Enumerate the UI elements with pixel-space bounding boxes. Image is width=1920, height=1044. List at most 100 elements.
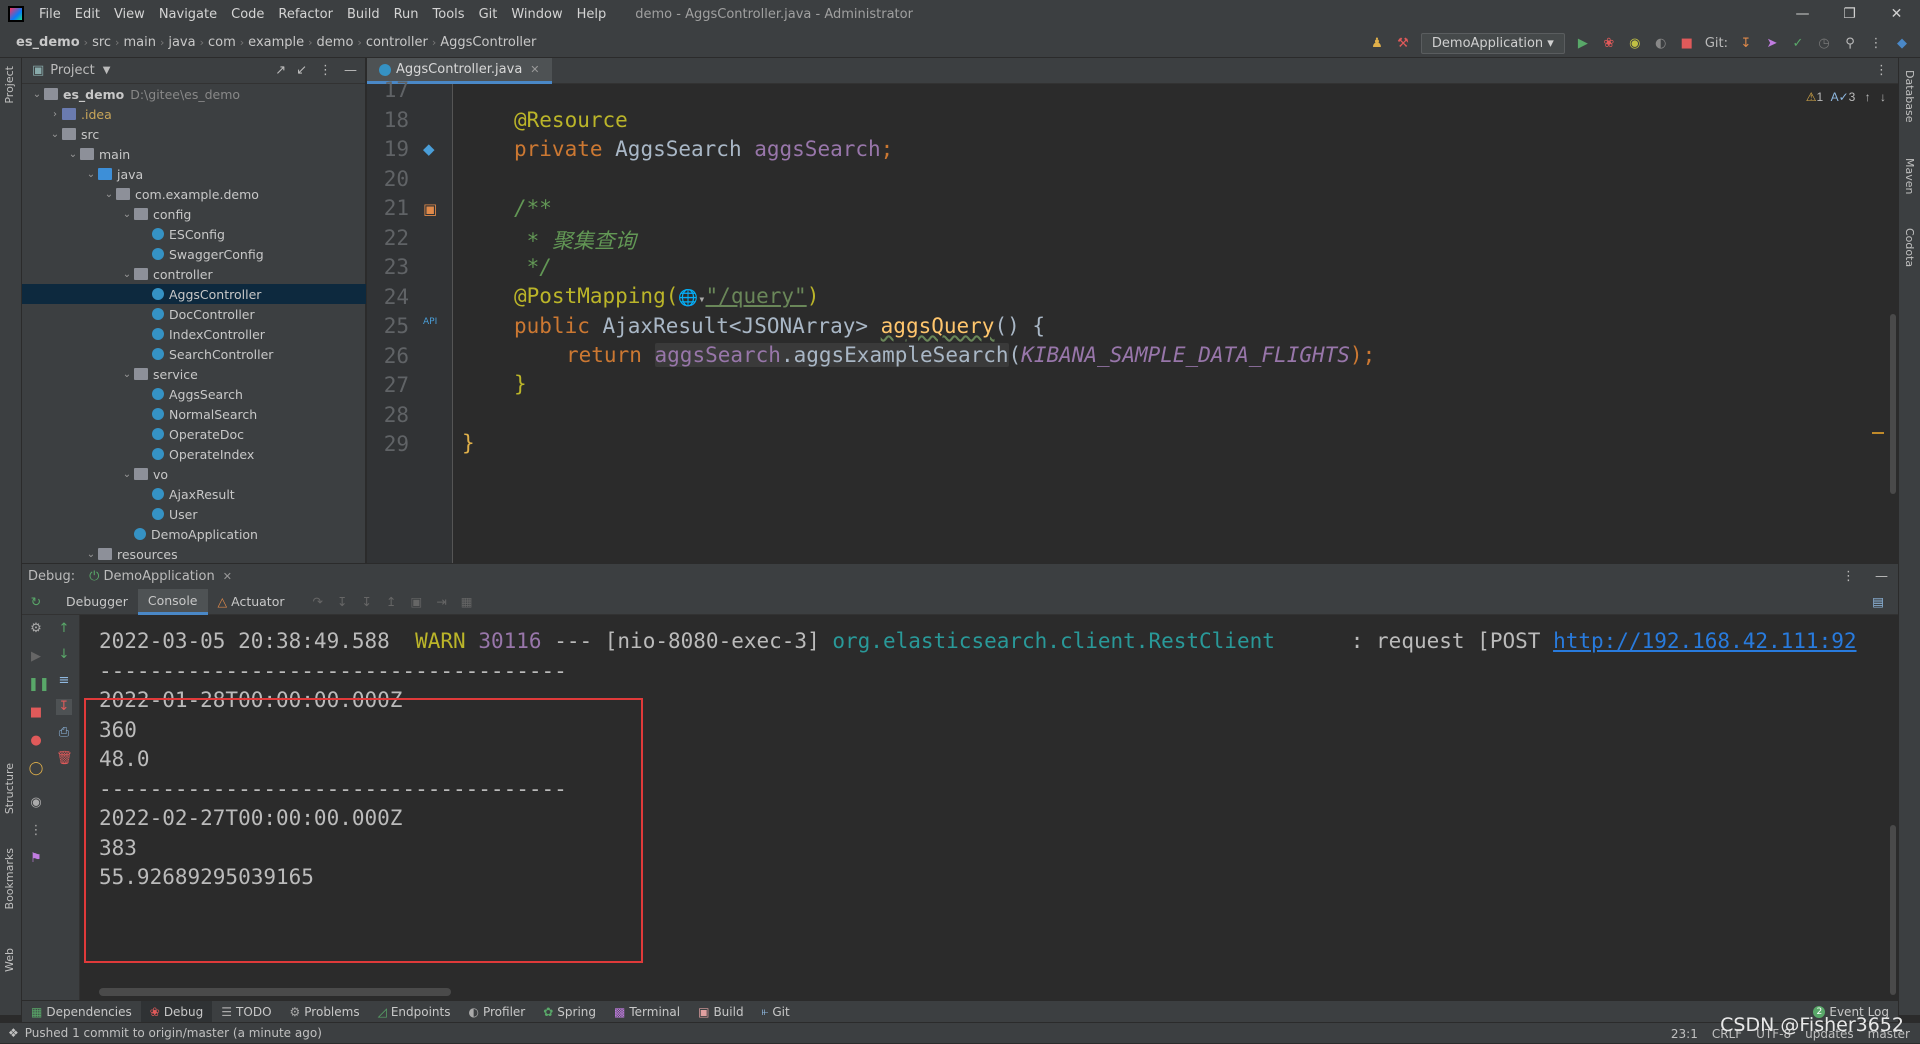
- down-arrow-icon[interactable]: ↓: [56, 647, 72, 663]
- tree-item-ajaxresult[interactable]: AjaxResult: [22, 484, 366, 504]
- request-url-link[interactable]: http://192.168.42.111:92: [1553, 629, 1856, 653]
- tab-console[interactable]: Console: [137, 588, 208, 615]
- structure-tool-label[interactable]: Structure: [3, 763, 16, 814]
- rerun-icon[interactable]: ↻: [22, 594, 50, 609]
- bookmark-icon[interactable]: ▣: [423, 200, 437, 218]
- soft-wrap-icon[interactable]: ≡: [56, 673, 72, 689]
- tab-actuator[interactable]: △ Actuator: [208, 589, 295, 615]
- menu-edit[interactable]: Edit: [68, 7, 107, 22]
- menu-file[interactable]: File: [32, 7, 68, 22]
- options-icon[interactable]: ⋮: [319, 63, 332, 78]
- tree-item-swaggerconfig[interactable]: SwaggerConfig: [22, 244, 366, 264]
- line-number[interactable]: 28: [367, 403, 409, 427]
- run-config-select[interactable]: DemoApplication ▾: [1420, 32, 1565, 54]
- close-session-icon[interactable]: ✕: [223, 570, 232, 583]
- menu-navigate[interactable]: Navigate: [152, 7, 224, 22]
- tree-item--idea[interactable]: › .idea: [22, 104, 366, 124]
- tree-item-normalsearch[interactable]: NormalSearch: [22, 404, 366, 424]
- line-number[interactable]: 26: [367, 344, 409, 368]
- chevron-down-icon[interactable]: ⌄: [84, 169, 98, 180]
- next-highlight-icon[interactable]: ↓: [1880, 90, 1886, 104]
- line-number[interactable]: 17: [367, 78, 409, 102]
- tool-tab-git[interactable]: ⫦ Git: [753, 1001, 799, 1023]
- tree-item-main[interactable]: ⌄ main: [22, 144, 366, 164]
- prev-highlight-icon[interactable]: ↑: [1865, 90, 1871, 104]
- tree-item-service[interactable]: ⌄ service: [22, 364, 366, 384]
- search-icon[interactable]: ⚲: [1842, 35, 1858, 51]
- git-update-icon[interactable]: ↧: [1738, 35, 1754, 51]
- tree-item-com-example-demo[interactable]: ⌄ com.example.demo: [22, 184, 366, 204]
- up-arrow-icon[interactable]: ↑: [56, 621, 72, 637]
- breadcrumb-controller[interactable]: controller: [362, 35, 432, 50]
- line-number[interactable]: 29: [367, 432, 409, 456]
- console-hscroll[interactable]: [99, 988, 451, 996]
- line-number[interactable]: 24: [367, 285, 409, 309]
- inspection-widget[interactable]: ⚠1 A✓3 ↑ ↓: [1806, 90, 1886, 104]
- status-message[interactable]: Pushed 1 commit to origin/master (a minu…: [25, 1026, 322, 1040]
- bookmarks-tool-label[interactable]: Bookmarks: [3, 848, 16, 909]
- step-over-icon[interactable]: ↷: [313, 594, 323, 609]
- implemented-icon[interactable]: ◆: [423, 140, 435, 158]
- menu-window[interactable]: Window: [504, 7, 569, 22]
- pause-icon[interactable]: ❚❚: [28, 677, 50, 693]
- tree-item-esconfig[interactable]: ESConfig: [22, 224, 366, 244]
- tool-tab-terminal[interactable]: ▩ Terminal: [605, 1001, 689, 1023]
- line-number[interactable]: 23: [367, 255, 409, 279]
- tool-tab-profiler[interactable]: ◐ Profiler: [460, 1001, 535, 1023]
- breadcrumb-src[interactable]: src: [88, 35, 115, 50]
- tree-item-src[interactable]: ⌄ src: [22, 124, 366, 144]
- drop-frame-icon[interactable]: ▣: [410, 594, 422, 609]
- tree-item-resources[interactable]: ⌄ resources: [22, 544, 366, 564]
- tree-item-vo[interactable]: ⌄ vo: [22, 464, 366, 484]
- more-icon[interactable]: ⋮: [1868, 35, 1884, 51]
- debug-options-icon[interactable]: ⋮: [1842, 569, 1855, 584]
- line-number[interactable]: 22: [367, 226, 409, 250]
- run-icon[interactable]: ▶: [1575, 35, 1591, 51]
- resume-icon[interactable]: ▶: [28, 649, 44, 665]
- chevron-down-icon[interactable]: ⌄: [120, 209, 134, 220]
- breadcrumb-demo[interactable]: demo: [313, 35, 358, 50]
- tool-tab-spring[interactable]: ✿ Spring: [534, 1001, 605, 1023]
- maven-tool-label[interactable]: Maven: [1903, 158, 1916, 194]
- editor-options-icon[interactable]: ⋮: [1875, 63, 1888, 78]
- api-icon[interactable]: API: [423, 317, 437, 327]
- tree-item-indexcontroller[interactable]: IndexController: [22, 324, 366, 344]
- evaluate-icon[interactable]: ▦: [461, 594, 473, 609]
- tree-item-doccontroller[interactable]: DocController: [22, 304, 366, 324]
- close-icon[interactable]: ✕: [1873, 0, 1920, 28]
- menu-build[interactable]: Build: [340, 7, 387, 22]
- mute-breakpoints-icon[interactable]: ◯: [28, 761, 44, 777]
- tool-tab-debug[interactable]: ❀ Debug: [140, 1000, 213, 1023]
- tree-item-demoapplication[interactable]: DemoApplication: [22, 524, 366, 544]
- profile-icon[interactable]: ◐: [1653, 35, 1669, 51]
- step-into-icon[interactable]: ↧: [337, 594, 347, 609]
- line-number[interactable]: 25: [367, 314, 409, 338]
- menu-git[interactable]: Git: [472, 7, 505, 22]
- tree-item-operateindex[interactable]: OperateIndex: [22, 444, 366, 464]
- project-tool-label[interactable]: Project: [3, 66, 16, 104]
- tool-tab-problems[interactable]: ⚙ Problems: [281, 1001, 369, 1023]
- menu-tools[interactable]: Tools: [426, 7, 472, 22]
- restore-icon[interactable]: ❐: [1826, 0, 1873, 28]
- chevron-down-icon[interactable]: ⌄: [48, 129, 62, 140]
- editor-scrollbar[interactable]: [1890, 314, 1896, 494]
- run-to-cursor-icon[interactable]: ⇥: [436, 594, 446, 609]
- chevron-down-icon[interactable]: ⌄: [120, 369, 134, 380]
- chevron-down-icon[interactable]: ⌄: [84, 549, 98, 560]
- scroll-to-end-icon[interactable]: ↧: [56, 699, 72, 715]
- print-icon[interactable]: ⎙: [56, 725, 72, 741]
- minimize-icon[interactable]: —: [1779, 0, 1826, 28]
- tab-debugger[interactable]: Debugger: [56, 589, 138, 615]
- line-number[interactable]: 18: [367, 108, 409, 132]
- tree-item-java[interactable]: ⌄ java: [22, 164, 366, 184]
- chevron-down-icon[interactable]: ⌄: [66, 149, 80, 160]
- chevron-down-icon[interactable]: ⌄: [102, 189, 116, 200]
- menu-code[interactable]: Code: [224, 7, 271, 22]
- caret-position[interactable]: 23:1: [1671, 1027, 1698, 1041]
- chevron-right-icon[interactable]: ›: [48, 109, 62, 120]
- settings-gear-icon[interactable]: ⚙: [28, 621, 44, 637]
- tool-tab-todo[interactable]: ☰ TODO: [212, 1001, 280, 1023]
- step-out-icon[interactable]: ↥: [386, 594, 396, 609]
- debug-icon[interactable]: ❀: [1601, 35, 1617, 51]
- collapse-all-icon[interactable]: ↙: [296, 63, 307, 78]
